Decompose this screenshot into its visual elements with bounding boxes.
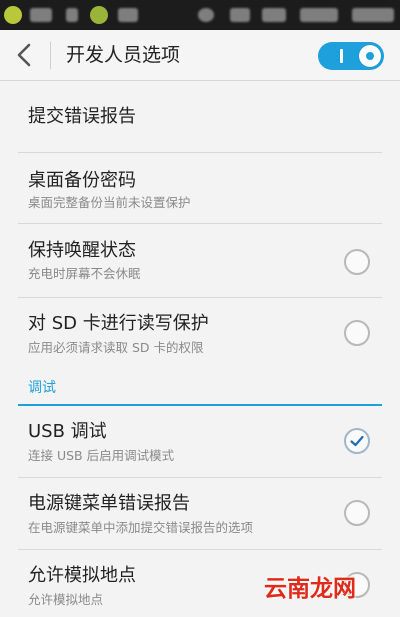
app-notification-icon bbox=[4, 6, 22, 24]
battery-icon bbox=[300, 8, 338, 22]
pref-title: 允许模拟地点 bbox=[28, 565, 136, 586]
power-menu-bug-report-checkbox[interactable] bbox=[344, 500, 370, 526]
app-notification-icon-2 bbox=[90, 6, 108, 24]
pref-title: 电源键菜单错误报告 bbox=[28, 493, 190, 514]
pref-title: 对 SD 卡进行读写保护 bbox=[28, 313, 209, 334]
back-button[interactable] bbox=[8, 36, 42, 74]
usb-icon bbox=[66, 8, 78, 22]
wifi-icon bbox=[230, 8, 250, 22]
pref-summary: 桌面完整备份当前未设置保护 bbox=[28, 195, 191, 210]
developer-options-toggle[interactable] bbox=[318, 42, 384, 70]
signal-icon bbox=[262, 8, 286, 22]
pref-summary: 在电源键菜单中添加提交错误报告的选项 bbox=[28, 520, 254, 535]
pref-title: 保持唤醒状态 bbox=[28, 240, 136, 261]
sd-card-protection-checkbox[interactable] bbox=[344, 320, 370, 346]
status-bar bbox=[0, 0, 400, 30]
pref-summary: 应用必须请求读取 SD 卡的权限 bbox=[28, 340, 204, 355]
pref-summary: 允许模拟地点 bbox=[28, 592, 104, 607]
action-bar-divider bbox=[50, 42, 51, 69]
pref-title: USB 调试 bbox=[28, 421, 107, 442]
toggle-knob bbox=[359, 45, 381, 67]
notification-icon bbox=[30, 8, 52, 22]
section-header-debug: 调试 bbox=[0, 372, 400, 406]
action-bar: 开发人员选项 bbox=[0, 30, 400, 81]
pref-title: 提交错误报告 bbox=[28, 106, 136, 127]
page-title: 开发人员选项 bbox=[66, 44, 181, 66]
pref-summary: 充电时屏幕不会休眠 bbox=[28, 266, 141, 281]
pref-desktop-backup-password[interactable]: 桌面备份密码 桌面完整备份当前未设置保护 bbox=[0, 153, 400, 224]
alarm-icon bbox=[198, 8, 214, 22]
clock bbox=[352, 8, 394, 22]
toggle-on-mark bbox=[340, 49, 343, 63]
pref-summary: 连接 USB 后启用调试模式 bbox=[28, 448, 175, 463]
pref-stay-awake[interactable]: 保持唤醒状态 充电时屏幕不会休眠 bbox=[0, 224, 400, 298]
pref-bug-report[interactable]: 提交错误报告 bbox=[0, 81, 400, 153]
pref-title: 桌面备份密码 bbox=[28, 170, 136, 191]
section-title: 调试 bbox=[28, 380, 56, 396]
usb-debugging-checkbox[interactable] bbox=[344, 428, 370, 454]
checkmark-icon bbox=[350, 435, 364, 447]
back-chevron-icon bbox=[17, 43, 31, 67]
pref-power-menu-bug-report[interactable]: 电源键菜单错误报告 在电源键菜单中添加提交错误报告的选项 bbox=[0, 478, 400, 550]
stay-awake-checkbox[interactable] bbox=[344, 249, 370, 275]
pref-sd-card-protection[interactable]: 对 SD 卡进行读写保护 应用必须请求读取 SD 卡的权限 bbox=[0, 298, 400, 372]
watermark: 云南龙网 bbox=[264, 576, 356, 602]
pref-usb-debugging[interactable]: USB 调试 连接 USB 后启用调试模式 bbox=[0, 406, 400, 478]
notification-icon-2 bbox=[118, 8, 138, 22]
